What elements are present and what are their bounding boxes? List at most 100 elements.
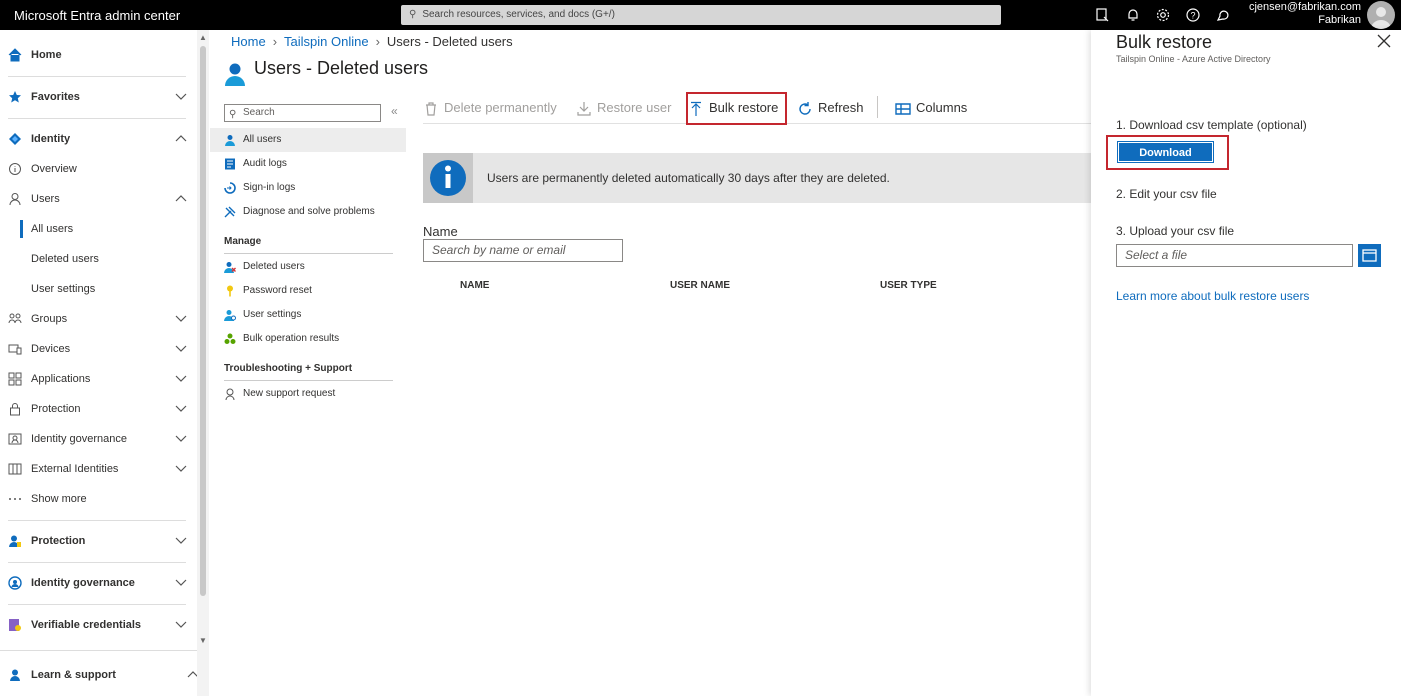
highlight-box-bulk-restore	[686, 92, 787, 125]
top-bar: Microsoft Entra admin center ⚲ Search res…	[0, 0, 1401, 30]
settings-gear-icon[interactable]	[1155, 7, 1171, 23]
nav-external-identities[interactable]: External Identities	[0, 455, 197, 483]
chevron-down-icon	[175, 435, 187, 442]
external-identities-icon	[8, 463, 22, 475]
menu-divider	[224, 253, 393, 254]
global-search-input[interactable]: ⚲ Search resources, services, and docs (G…	[401, 5, 1001, 25]
support-person-icon	[225, 388, 235, 400]
nav-protection-section[interactable]: Protection	[0, 527, 197, 555]
refresh-icon	[799, 101, 811, 115]
scroll-down-arrow-icon[interactable]: ▼	[199, 636, 207, 645]
account-email: cjensen@fabrikan.com	[1248, 1, 1361, 13]
nav-all-users[interactable]: All users	[0, 215, 197, 243]
menu-item-new-support[interactable]: New support request	[210, 382, 406, 406]
nav-learn-support[interactable]: Learn & support	[0, 661, 209, 689]
menu-item-deleted-users[interactable]: Deleted users	[210, 255, 406, 279]
groups-icon	[8, 313, 22, 324]
toolbar-divider	[877, 96, 878, 118]
info-icon	[430, 160, 466, 196]
menu-item-user-settings[interactable]: User settings	[210, 303, 406, 327]
breadcrumb-current: Users - Deleted users	[386, 34, 513, 49]
columns-button[interactable]: Columns	[895, 98, 967, 118]
nav-identity-governance-section[interactable]: Identity governance	[0, 569, 197, 597]
nav-home[interactable]: Home	[0, 41, 197, 69]
close-icon[interactable]	[1377, 34, 1391, 48]
nav-overview[interactable]: Overview	[0, 155, 197, 183]
nav-learn-support-label: Learn & support	[31, 669, 116, 681]
nav-all-users-label: All users	[31, 223, 74, 235]
menu-item-password-reset[interactable]: Password reset	[210, 279, 406, 303]
refresh-button[interactable]: Refresh	[797, 98, 864, 118]
user-avatar-icon	[1371, 7, 1391, 29]
feedback-icon[interactable]	[1215, 7, 1231, 23]
nav-show-more[interactable]: Show more	[0, 485, 197, 513]
account-info[interactable]: cjensen@fabrikan.com Fabrikan	[1249, 1, 1361, 27]
nav-verifiable-credentials[interactable]: Verifiable credentials	[0, 611, 197, 639]
file-select-input[interactable]: Select a file	[1116, 244, 1353, 267]
chevron-down-icon	[175, 375, 187, 382]
scrollbar-thumb[interactable]	[200, 46, 206, 596]
nav-user-settings[interactable]: User settings	[0, 275, 197, 303]
nav-user-settings-label: User settings	[31, 283, 96, 295]
info-banner: Users are permanently deleted automatica…	[423, 153, 1091, 203]
menu-item-signin-logs[interactable]: Sign-in logs	[210, 176, 406, 200]
name-search-input[interactable]: Search by name or email	[423, 239, 623, 262]
column-header-user-name[interactable]: USER NAME	[670, 280, 730, 291]
chevron-down-icon	[175, 93, 187, 100]
delete-permanently-button[interactable]: Delete permanently	[423, 98, 557, 118]
nav-show-more-label: Show more	[31, 493, 87, 505]
nav-divider	[8, 118, 186, 119]
identity-governance-icon	[8, 576, 22, 590]
menu-item-diagnose[interactable]: Diagnose and solve problems	[210, 200, 406, 224]
nav-protection[interactable]: Protection	[0, 395, 197, 423]
chevron-down-icon	[175, 537, 187, 544]
panel-subtitle: Tailspin Online - Azure Active Directory	[1116, 54, 1271, 64]
nav-divider	[8, 520, 186, 521]
column-header-name[interactable]: NAME	[460, 280, 489, 291]
svg-text:?: ?	[1190, 11, 1195, 21]
bulk-restore-panel: Bulk restore Tailspin Online - Azure Act…	[1091, 30, 1401, 696]
chevron-down-icon	[175, 345, 187, 352]
nav-applications[interactable]: Applications	[0, 365, 197, 393]
notifications-bell-icon[interactable]	[1125, 7, 1141, 23]
nav-users[interactable]: Users	[0, 185, 197, 213]
portal-directory-icon[interactable]	[1095, 7, 1111, 23]
collapse-menu-icon[interactable]: «	[391, 104, 398, 118]
nav-divider	[8, 604, 186, 605]
nav-divider	[8, 76, 186, 77]
key-icon	[227, 285, 233, 297]
global-search-placeholder: Search resources, services, and docs (G+…	[422, 9, 615, 20]
refresh-label: Refresh	[818, 100, 864, 115]
nav-identity-governance-label: Identity governance	[31, 433, 128, 445]
nav-identity-governance[interactable]: Identity governance	[0, 425, 197, 453]
browse-file-button[interactable]	[1358, 244, 1381, 267]
restore-user-button[interactable]: Restore user	[576, 98, 671, 118]
help-icon[interactable]: ?	[1185, 7, 1201, 23]
nav-groups[interactable]: Groups	[0, 305, 197, 333]
nav-scrollbar[interactable]: ▲ ▼	[197, 30, 209, 696]
nav-identity[interactable]: Identity	[0, 125, 197, 153]
breadcrumb-separator-icon: ›	[375, 34, 380, 49]
menu-item-bulk-results-label: Bulk operation results	[243, 333, 340, 344]
nav-devices[interactable]: Devices	[0, 335, 197, 363]
scroll-up-arrow-icon[interactable]: ▲	[199, 33, 207, 42]
menu-item-all-users[interactable]: All users	[210, 128, 406, 152]
nav-deleted-users[interactable]: Deleted users	[0, 245, 197, 273]
menu-item-audit-logs[interactable]: Audit logs	[210, 152, 406, 176]
menu-search-input[interactable]: ⚲ Search	[224, 104, 381, 122]
nav-favorites[interactable]: Favorites	[0, 83, 197, 111]
app-title[interactable]: Microsoft Entra admin center	[14, 8, 180, 23]
user-icon	[9, 193, 21, 206]
breadcrumb-tenant[interactable]: Tailspin Online	[284, 34, 369, 49]
menu-header-troubleshooting: Troubleshooting + Support	[224, 363, 353, 374]
avatar[interactable]	[1367, 1, 1395, 29]
column-header-user-type[interactable]: USER TYPE	[880, 280, 937, 291]
panel-title: Bulk restore	[1116, 32, 1213, 52]
menu-item-bulk-results[interactable]: Bulk operation results	[210, 327, 406, 351]
chevron-up-icon	[175, 195, 187, 202]
learn-more-link[interactable]: Learn more about bulk restore users	[1116, 289, 1309, 303]
breadcrumb-home[interactable]: Home	[231, 34, 266, 49]
devices-icon	[8, 344, 22, 355]
protection-user-icon	[9, 535, 21, 547]
highlight-box-download	[1106, 135, 1229, 170]
